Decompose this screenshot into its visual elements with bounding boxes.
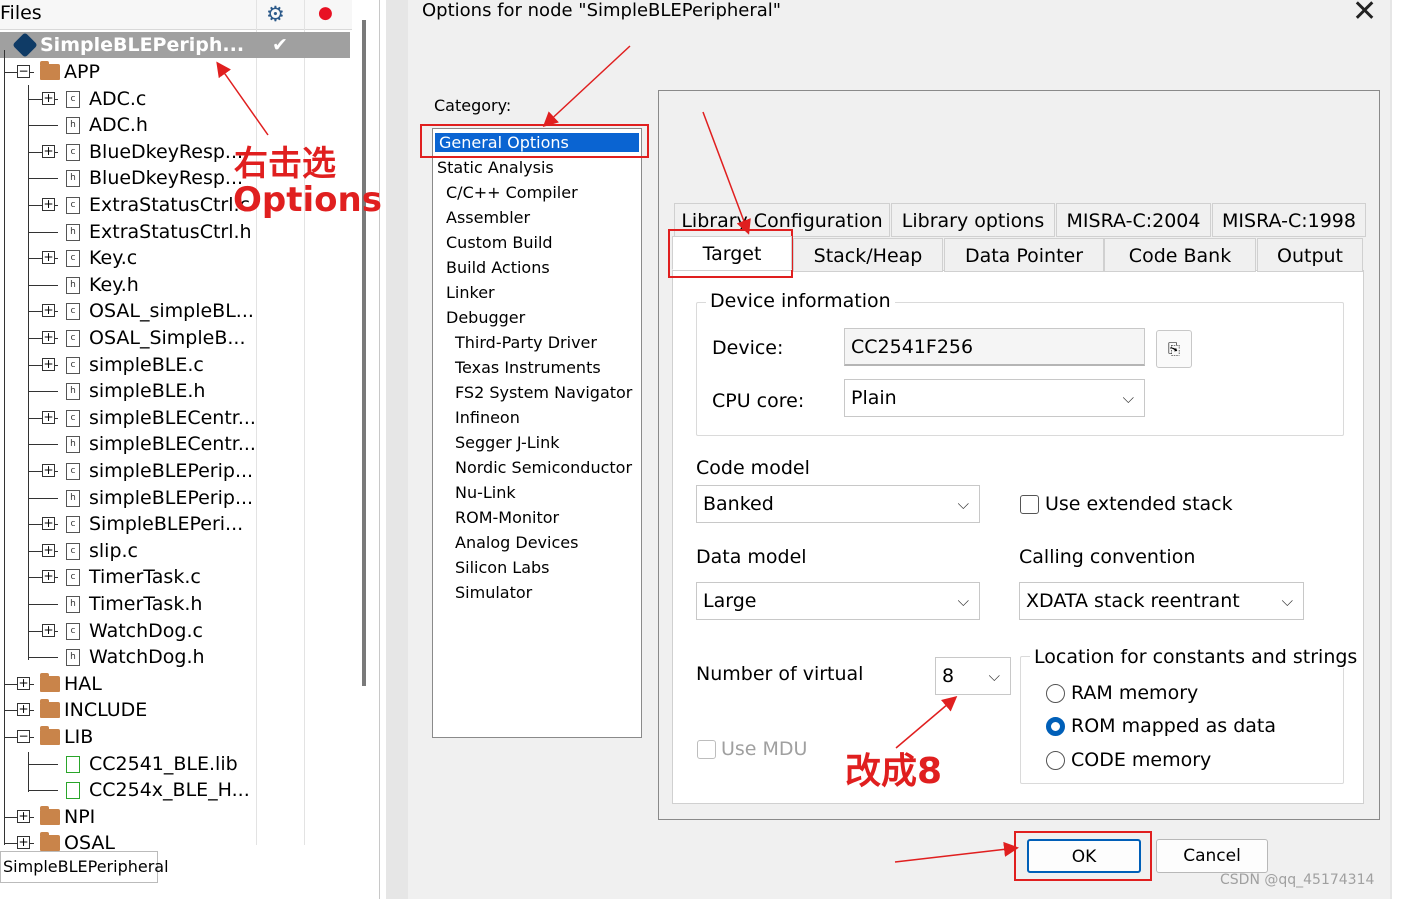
annotation-arrow <box>216 61 269 136</box>
tab[interactable]: Code Bank <box>1104 238 1256 272</box>
tab-target-active[interactable]: Target <box>672 236 792 270</box>
tab[interactable]: Output <box>1257 238 1363 272</box>
watermark: CSDN @qq_45174314 <box>1220 872 1375 888</box>
tab[interactable]: Stack/Heap <box>793 238 943 272</box>
background-strip <box>1392 0 1404 899</box>
annotation-arrow <box>894 841 1019 863</box>
annotation-arrows <box>216 45 1019 863</box>
annotation-arrow <box>895 696 958 749</box>
annotation-arrow <box>702 111 751 235</box>
annotation-arrow <box>542 45 631 128</box>
tab[interactable]: Data Pointer <box>944 238 1104 272</box>
